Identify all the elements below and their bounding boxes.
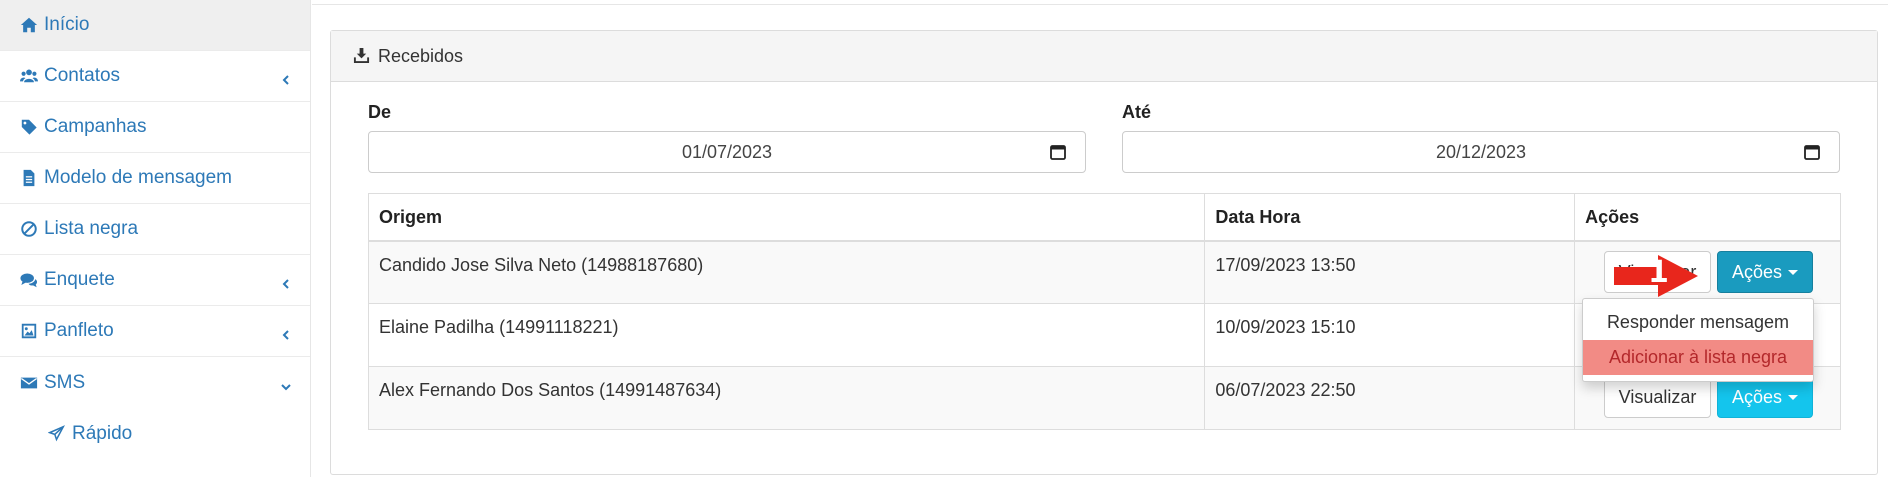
sidebar-subitem-label: Rápido (72, 422, 133, 444)
sidebar-item-label: Enquete (44, 269, 115, 290)
sidebar-item-label: Modelo de mensagem (44, 167, 232, 188)
to-date-input[interactable]: 20/12/2023 (1122, 131, 1840, 173)
caret-down-icon (1788, 269, 1799, 275)
sidebar-item-label: Contatos (44, 65, 121, 86)
ban-icon (19, 219, 39, 239)
to-label: Até (1122, 102, 1152, 122)
sidebar-item-contatos[interactable]: Contatos (0, 51, 310, 102)
data-hora-cell: 17/09/2023 13:50 (1204, 240, 1576, 304)
to-date-value: 20/12/2023 (1435, 141, 1527, 162)
column-header-origem: Origem (367, 193, 1206, 242)
panel-title: Recebidos (378, 45, 464, 66)
annotation-number: 1 (1648, 255, 1669, 290)
chevron-left-icon (280, 70, 292, 85)
from-date-value: 01/07/2023 (681, 141, 773, 162)
image-icon (19, 321, 39, 341)
origem-cell: Elaine Padilha (14991118221) (367, 303, 1206, 367)
menu-item-adicionar-lista-negra[interactable]: Adicionar à lista negra (1583, 340, 1813, 375)
sidebar-item-sms[interactable]: SMS (0, 357, 310, 408)
chevron-down-icon (280, 377, 292, 390)
actions-dropdown-menu: Responder mensagem Adicionar à lista neg… (1582, 298, 1814, 382)
from-label: De (368, 102, 392, 122)
sidebar-item-inicio[interactable]: Início (0, 0, 310, 51)
sidebar-item-campanhas[interactable]: Campanhas (0, 102, 310, 153)
users-icon (19, 66, 39, 86)
actions-button-label: Ações (1731, 386, 1783, 407)
top-bar (312, 0, 1888, 5)
origem-cell: Alex Fernando Dos Santos (14991487634) (367, 366, 1206, 430)
chevron-left-icon (280, 274, 292, 289)
from-date-input[interactable]: 01/07/2023 (368, 131, 1086, 173)
chevron-left-icon (280, 325, 292, 340)
sidebar: Início Contatos Campanhas Modelo de mens… (0, 0, 311, 477)
sidebar-item-label: Campanhas (44, 116, 147, 137)
column-header-acoes: Ações (1574, 193, 1841, 242)
sidebar-item-label: Panfleto (44, 320, 114, 341)
comments-icon (19, 270, 39, 290)
data-hora-cell: 10/09/2023 15:10 (1204, 303, 1576, 367)
paper-plane-icon (46, 424, 66, 444)
sidebar-item-label: Início (44, 14, 90, 35)
caret-down-icon (1788, 394, 1799, 400)
home-icon (19, 15, 39, 35)
calendar-icon[interactable] (1803, 143, 1821, 161)
view-button[interactable]: Visualizar (1604, 376, 1711, 418)
download-icon (353, 47, 371, 65)
tag-icon (19, 117, 39, 137)
data-hora-cell: 06/07/2023 22:50 (1204, 366, 1576, 430)
actions-button-label: Ações (1731, 261, 1783, 282)
envelope-icon (19, 373, 39, 393)
sidebar-subitem-rapido[interactable]: Rápido (0, 408, 310, 459)
sidebar-item-label: Lista negra (44, 218, 139, 239)
column-header-data-hora: Data Hora (1204, 193, 1576, 242)
sidebar-item-modelo-mensagem[interactable]: Modelo de mensagem (0, 153, 310, 204)
file-text-icon (19, 168, 39, 188)
actions-dropdown-button[interactable]: Ações (1717, 251, 1813, 293)
panel-heading: Recebidos (331, 31, 1877, 82)
actions-dropdown-button[interactable]: Ações (1717, 376, 1813, 418)
origem-cell: Candido Jose Silva Neto (14988187680) (367, 240, 1206, 304)
table-header-row: Origem Data Hora Ações (367, 193, 1841, 242)
sidebar-item-enquete[interactable]: Enquete (0, 255, 310, 306)
sidebar-item-label: SMS (44, 371, 86, 393)
menu-item-responder-mensagem[interactable]: Responder mensagem (1583, 305, 1813, 340)
sidebar-item-lista-negra[interactable]: Lista negra (0, 204, 310, 255)
calendar-icon[interactable] (1049, 143, 1067, 161)
sidebar-item-panfleto[interactable]: Panfleto (0, 306, 310, 357)
